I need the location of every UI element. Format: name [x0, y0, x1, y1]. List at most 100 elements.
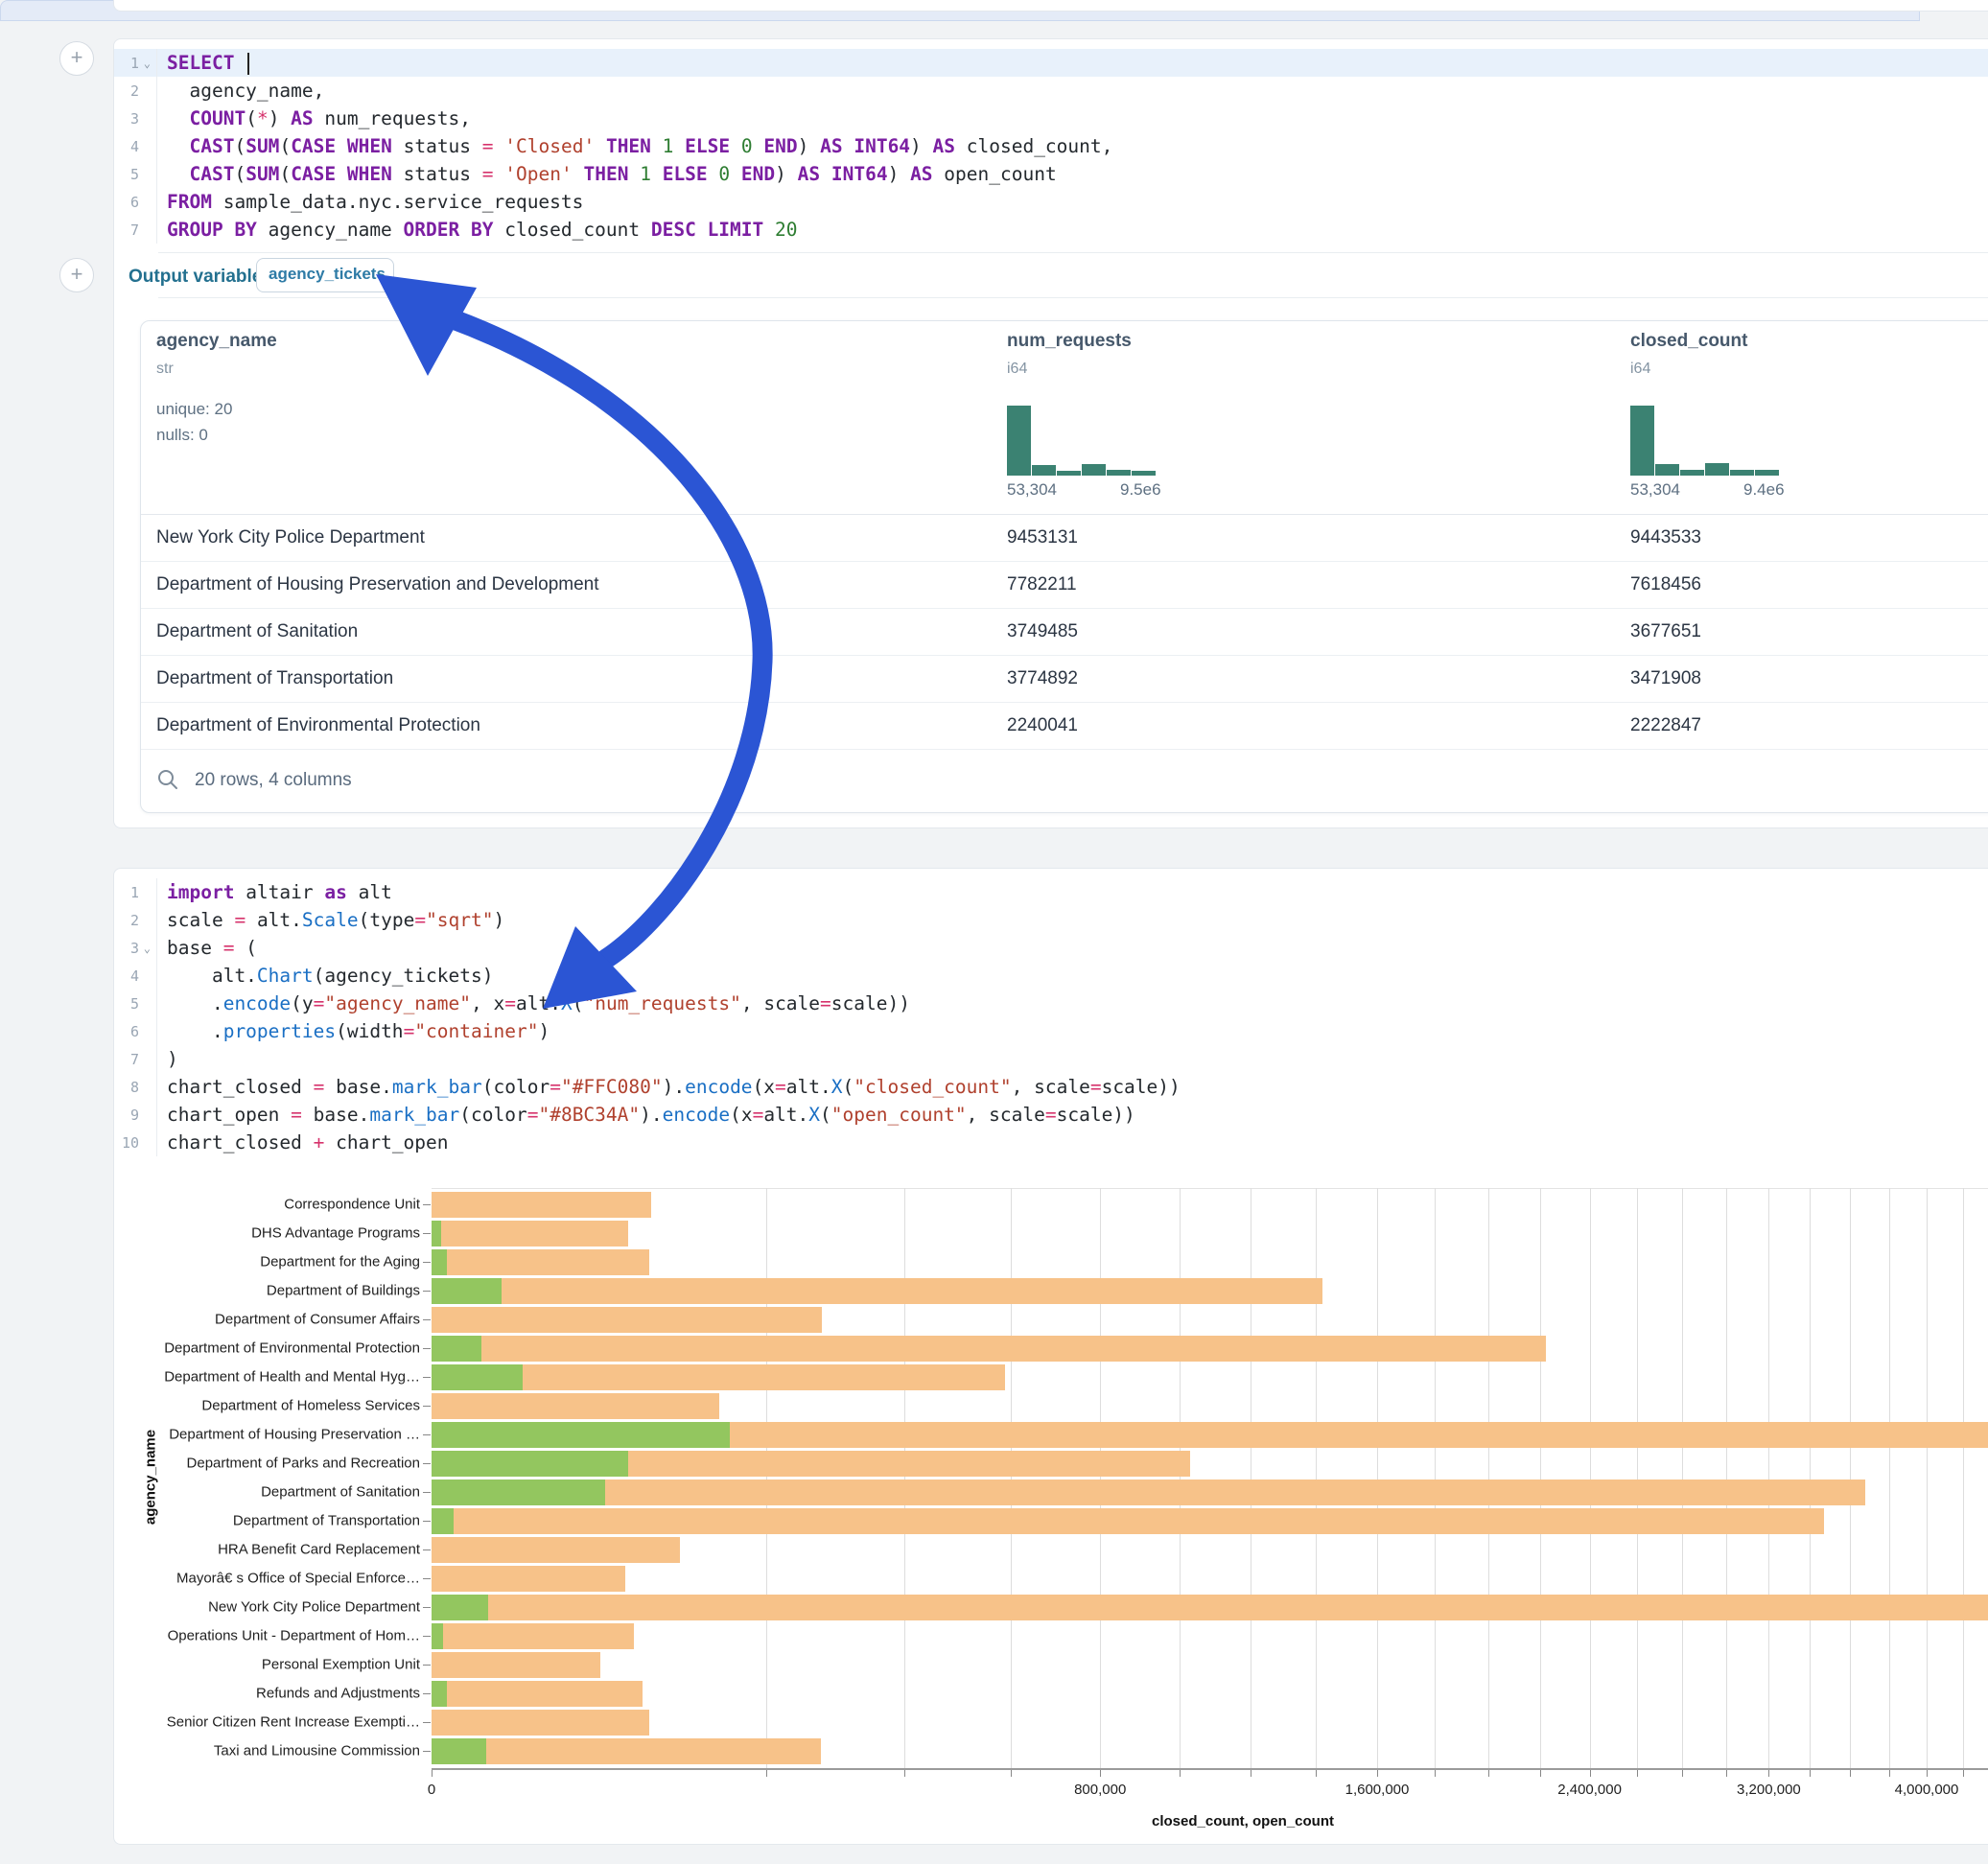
code-line[interactable]: 1⌄SELECT: [114, 49, 1988, 77]
table-row[interactable]: Department of Transportation377489234719…: [141, 655, 1988, 703]
code-line[interactable]: 5 .encode(y="agency_name", x=alt.X("num_…: [114, 990, 1988, 1017]
python-code-editor[interactable]: 1import altair as alt2scale = alt.Scale(…: [114, 878, 1988, 1156]
gridline: [1377, 1188, 1378, 1768]
bar-closed_count[interactable]: [432, 1192, 651, 1218]
line-number: 4: [114, 132, 157, 160]
code-line[interactable]: 4 CAST(SUM(CASE WHEN status = 'Closed' T…: [114, 132, 1988, 160]
code-line[interactable]: 8chart_closed = base.mark_bar(color="#FF…: [114, 1073, 1988, 1101]
bar-closed_count[interactable]: [432, 1278, 1322, 1304]
bar-open_count[interactable]: [432, 1364, 523, 1390]
code-line[interactable]: 2 agency_name,: [114, 77, 1988, 105]
line-number: 5: [114, 990, 157, 1017]
bar-closed_count[interactable]: [432, 1537, 680, 1563]
gridline: [1889, 1188, 1890, 1768]
table-cell: New York City Police Department: [156, 527, 425, 548]
column-name: num_requests: [1007, 331, 1132, 352]
table-cell: 9443533: [1630, 527, 1701, 548]
code-text: .encode(y="agency_name", x=alt.X("num_re…: [157, 992, 910, 1014]
bar-open_count[interactable]: [432, 1422, 730, 1448]
bar-open_count[interactable]: [432, 1595, 488, 1620]
y-axis-tick: [423, 1463, 431, 1464]
output-variable-pill[interactable]: agency_tickets: [256, 258, 394, 292]
gridline: [1637, 1188, 1638, 1768]
x-axis-tick: [1180, 1770, 1181, 1777]
code-text: CAST(SUM(CASE WHEN status = 'Open' THEN …: [157, 163, 1057, 185]
code-line[interactable]: 6FROM sample_data.nyc.service_requests: [114, 188, 1988, 216]
code-line[interactable]: 6 .properties(width="container"): [114, 1017, 1988, 1045]
x-axis-tick: [1011, 1770, 1012, 1777]
bar-closed_count[interactable]: [432, 1508, 1824, 1534]
y-axis-label: Department of Health and Mental Hyg…: [128, 1369, 420, 1386]
table-column-header[interactable]: agency_namestrunique: 20nulls: 0: [156, 321, 770, 514]
bar-open_count[interactable]: [432, 1451, 628, 1477]
code-line[interactable]: 1import altair as alt: [114, 878, 1988, 906]
search-icon[interactable]: [156, 768, 179, 791]
line-number: 2: [114, 906, 157, 934]
bar-open_count[interactable]: [432, 1278, 502, 1304]
table-column-header[interactable]: num_requestsi6453,3049.5e6: [1007, 321, 1621, 514]
bar-closed_count[interactable]: [432, 1393, 719, 1419]
bar-closed_count[interactable]: [432, 1652, 600, 1678]
y-axis-tick: [423, 1549, 431, 1550]
cell-divider: [158, 252, 1988, 253]
table-row[interactable]: Department of Sanitation37494853677651: [141, 608, 1988, 656]
y-axis-label: New York City Police Department: [128, 1599, 420, 1616]
bar-closed_count[interactable]: [432, 1480, 1865, 1505]
bar-closed_count[interactable]: [432, 1710, 649, 1736]
bar-open_count[interactable]: [432, 1336, 481, 1362]
table-cell: 7782211: [1007, 574, 1077, 595]
output-variable-label: Output variable:: [129, 267, 269, 288]
bar-open_count[interactable]: [432, 1738, 486, 1764]
bar-closed_count[interactable]: [432, 1623, 634, 1649]
bar-closed_count[interactable]: [432, 1738, 821, 1764]
bar-closed_count[interactable]: [432, 1249, 649, 1275]
line-number: 7: [114, 1045, 157, 1073]
bar-open_count[interactable]: [432, 1623, 443, 1649]
table-row[interactable]: Department of Environmental Protection22…: [141, 702, 1988, 750]
column-type: str: [156, 361, 174, 378]
line-number: 6: [114, 1017, 157, 1045]
bar-closed_count[interactable]: [432, 1681, 643, 1707]
y-axis-label: Department of Sanitation: [128, 1484, 420, 1501]
fold-chevron-icon[interactable]: ⌄: [141, 942, 151, 955]
bar-open_count[interactable]: [432, 1681, 447, 1707]
y-axis-tick: [423, 1636, 431, 1637]
bar-open_count[interactable]: [432, 1508, 454, 1534]
table-row[interactable]: Department of Housing Preservation and D…: [141, 561, 1988, 609]
cell-divider: [158, 297, 1988, 298]
histogram-bar: [1705, 463, 1729, 476]
code-line[interactable]: 3 COUNT(*) AS num_requests,: [114, 105, 1988, 132]
code-line[interactable]: 3⌄base = (: [114, 934, 1988, 962]
code-line[interactable]: 5 CAST(SUM(CASE WHEN status = 'Open' THE…: [114, 160, 1988, 188]
add-cell-button-output[interactable]: +: [59, 258, 94, 292]
bar-closed_count[interactable]: [432, 1336, 1546, 1362]
bar-closed_count[interactable]: [432, 1221, 628, 1247]
results-table: agency_namestrunique: 20nulls: 0 num_requ…: [140, 320, 1988, 813]
add-cell-button-top[interactable]: +: [59, 41, 94, 76]
table-row[interactable]: New York City Police Department945313194…: [141, 514, 1988, 562]
line-number: 4: [114, 962, 157, 990]
gridline: [1810, 1188, 1811, 1768]
code-line[interactable]: 7): [114, 1045, 1988, 1073]
fold-chevron-icon[interactable]: ⌄: [141, 57, 151, 70]
bar-open_count[interactable]: [432, 1480, 605, 1505]
table-column-header[interactable]: closed_counti6453,3049.4e6: [1630, 321, 1988, 514]
code-line[interactable]: 2scale = alt.Scale(type="sqrt"): [114, 906, 1988, 934]
code-line[interactable]: 10chart_closed + chart_open: [114, 1129, 1988, 1156]
gridline: [1011, 1188, 1012, 1768]
code-line[interactable]: 7GROUP BY agency_name ORDER BY closed_co…: [114, 216, 1988, 244]
bar-open_count[interactable]: [432, 1249, 447, 1275]
code-line[interactable]: 9chart_open = base.mark_bar(color="#8BC3…: [114, 1101, 1988, 1129]
code-line[interactable]: 4 alt.Chart(agency_tickets): [114, 962, 1988, 990]
y-axis-tick: [423, 1377, 431, 1378]
sql-code-editor[interactable]: 1⌄SELECT 2 agency_name,3 COUNT(*) AS num…: [114, 49, 1988, 244]
code-text: GROUP BY agency_name ORDER BY closed_cou…: [157, 219, 798, 241]
bar-closed_count[interactable]: [432, 1595, 1988, 1620]
gridline: [1488, 1188, 1489, 1768]
x-axis-tick: [1726, 1770, 1727, 1777]
gridline: [1963, 1188, 1964, 1768]
bar-closed_count[interactable]: [432, 1566, 625, 1592]
code-text: chart_open = base.mark_bar(color="#8BC34…: [157, 1104, 1135, 1126]
bar-closed_count[interactable]: [432, 1307, 822, 1333]
bar-open_count[interactable]: [432, 1221, 441, 1247]
